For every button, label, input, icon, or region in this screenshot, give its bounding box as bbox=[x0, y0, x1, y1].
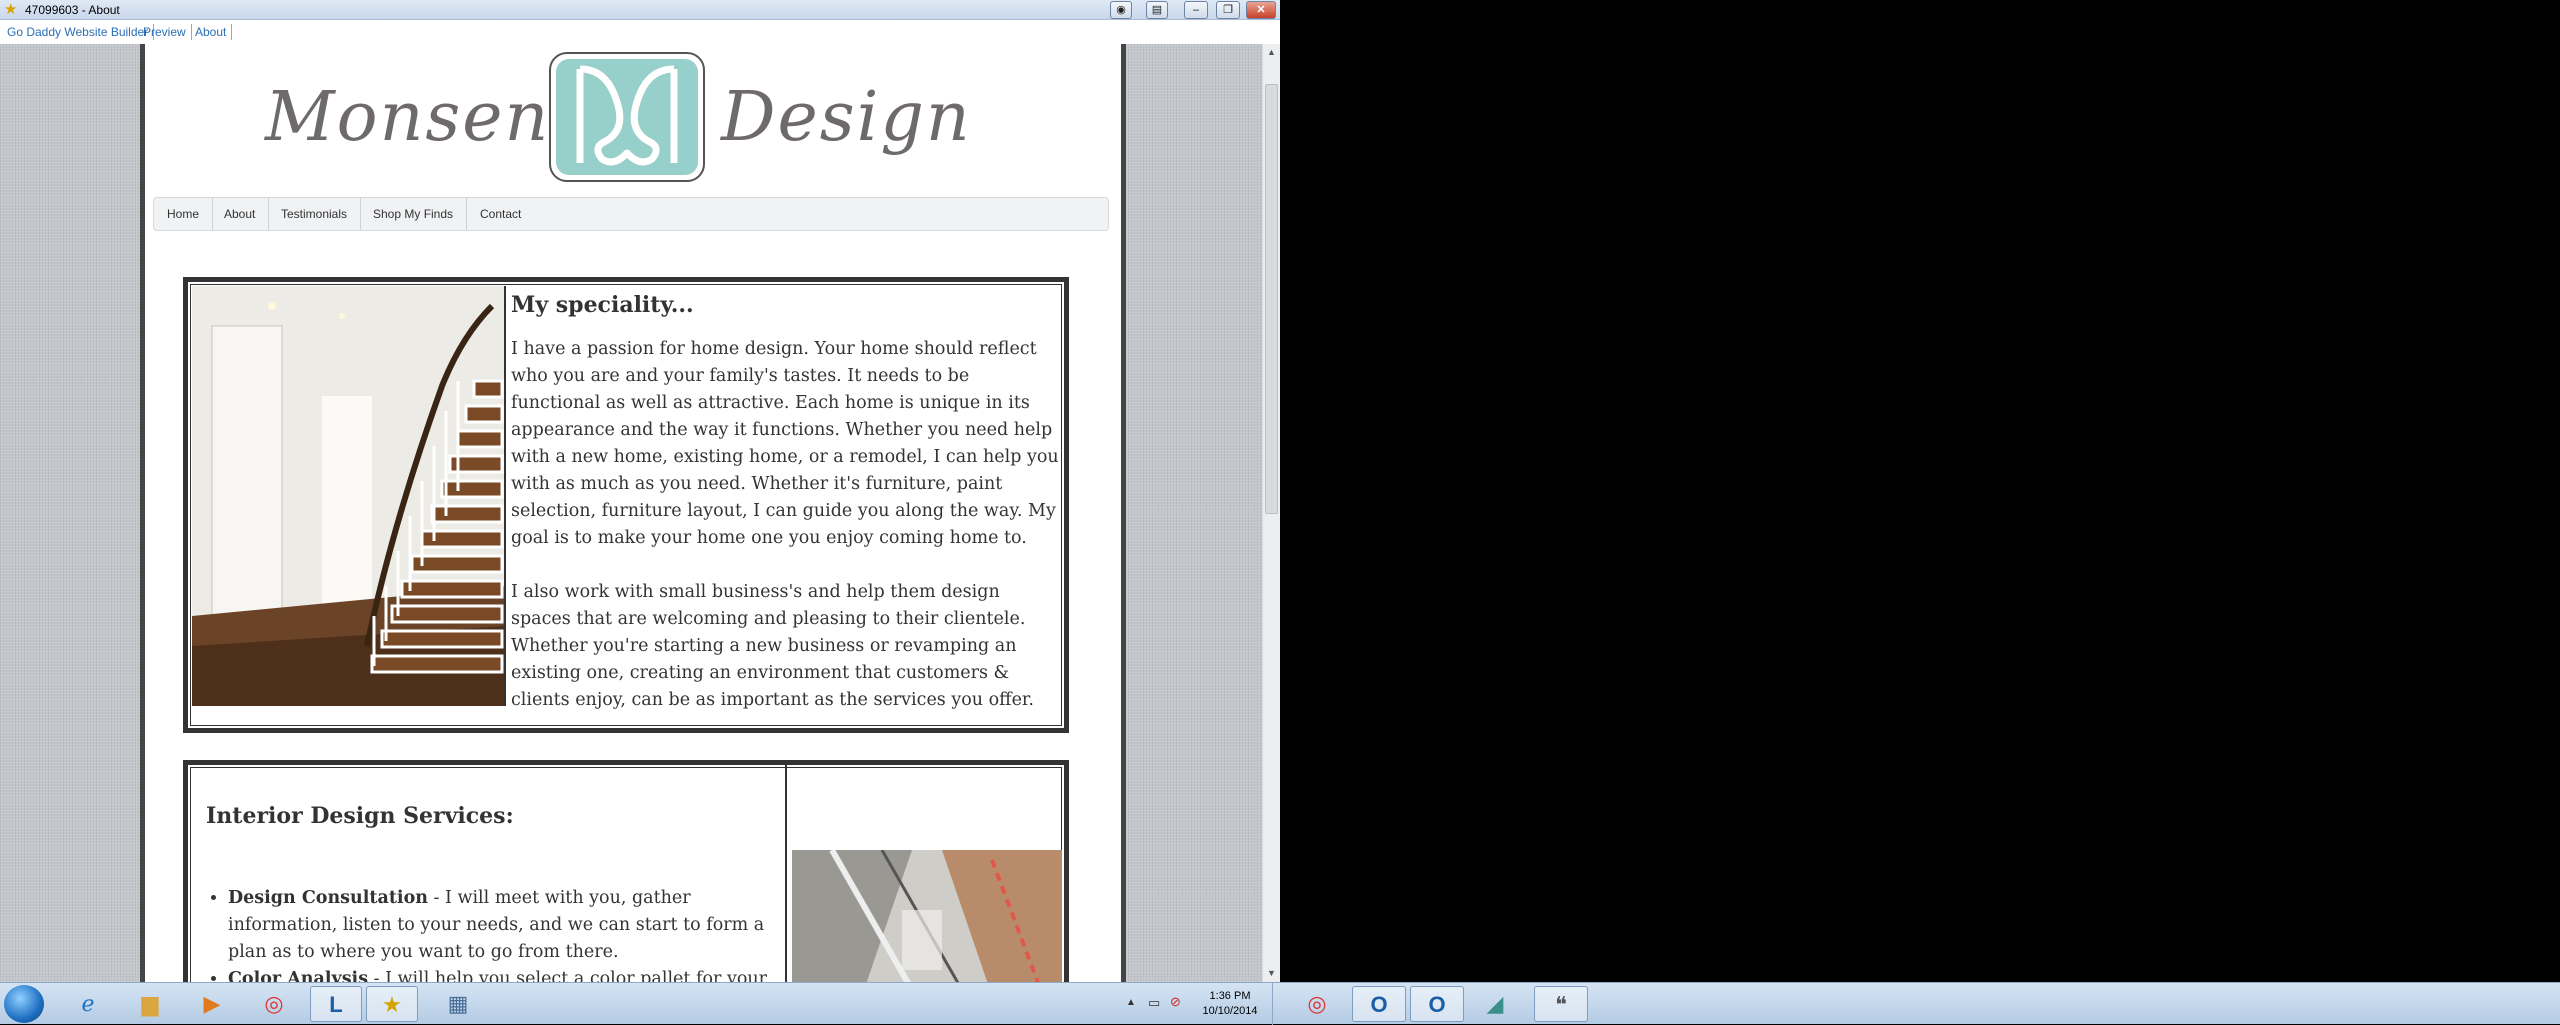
nav-testimonials[interactable]: Testimonials bbox=[268, 198, 362, 230]
title-bar: ★ 47099603 - About ◉ ▤ – ❐ ✕ bbox=[0, 0, 1280, 20]
site-nav: Home About Testimonials Shop My Finds Co… bbox=[153, 197, 1109, 231]
nav-shop-my-finds[interactable]: Shop My Finds bbox=[360, 198, 468, 230]
page-viewport: Monsen Design Home About Testimonials Sh… bbox=[0, 44, 1262, 982]
calculator-icon[interactable]: ▦ bbox=[432, 986, 484, 1022]
clock-time: 1:36 PM bbox=[1209, 990, 1251, 1002]
star-icon: ★ bbox=[4, 1, 18, 18]
services-section: Interior Design Services: Design Consult… bbox=[183, 760, 1069, 982]
service-title: Color Analysis bbox=[228, 969, 369, 982]
nav-about[interactable]: About bbox=[211, 198, 270, 230]
chat-icon[interactable]: ❝ bbox=[1534, 986, 1588, 1022]
windows-start-icon[interactable] bbox=[4, 985, 44, 1023]
speciality-paragraph-2: I also work with small business's and he… bbox=[511, 582, 1034, 710]
site-page: Monsen Design Home About Testimonials Sh… bbox=[140, 44, 1126, 982]
volume-muted-icon[interactable]: ⊘ bbox=[1170, 994, 1181, 1010]
scroll-down-icon[interactable]: ▼ bbox=[1263, 965, 1280, 982]
staircase-photo bbox=[192, 286, 506, 706]
logo-monogram-icon bbox=[549, 52, 705, 182]
site-logo[interactable]: Monsen Design bbox=[265, 48, 985, 188]
logo-word-right: Design bbox=[721, 78, 972, 157]
list-item: Color Analysis - I will help you select … bbox=[228, 966, 768, 982]
speciality-heading: My speciality... bbox=[511, 292, 694, 318]
tab-about[interactable]: About bbox=[190, 24, 233, 40]
chrome-icon[interactable]: ◎ bbox=[1290, 986, 1344, 1022]
logo-word-left: Monsen bbox=[265, 78, 551, 157]
nav-contact[interactable]: Contact bbox=[467, 198, 534, 230]
services-heading: Interior Design Services: bbox=[206, 803, 514, 829]
chrome-icon[interactable]: ◎ bbox=[248, 986, 300, 1022]
document-viewer-icon[interactable]: ◢ bbox=[1468, 986, 1522, 1022]
speciality-text: My speciality... I have a passion for ho… bbox=[511, 292, 1061, 741]
speciality-paragraph-1: I have a passion for home design. Your h… bbox=[511, 339, 1059, 548]
taskbar: ℯ ▆ ▶ ◎ L ★ ▦ ▲ ▭ ⊘ 1:36 PM 10/10/2014 ◎… bbox=[0, 982, 2560, 1025]
show-desktop-button[interactable] bbox=[1272, 983, 1280, 1025]
tab-go-daddy-builder[interactable]: Go Daddy Website Builder bbox=[2, 24, 155, 40]
tab-bar: Go Daddy Website Builder Preview About bbox=[0, 20, 1280, 44]
maximize-button[interactable]: ❐ bbox=[1216, 1, 1240, 19]
lync-icon[interactable]: L bbox=[310, 986, 362, 1022]
scroll-up-icon[interactable]: ▲ bbox=[1263, 44, 1280, 61]
services-list: Design Consultation - I will meet with y… bbox=[228, 885, 768, 982]
service-title: Design Consultation bbox=[228, 888, 428, 908]
folder-icon[interactable]: ▆ bbox=[124, 986, 176, 1022]
list-item: Design Consultation - I will meet with y… bbox=[228, 885, 768, 966]
close-button[interactable]: ✕ bbox=[1246, 1, 1276, 19]
clock-date: 10/10/2014 bbox=[1202, 1005, 1258, 1017]
vertical-scrollbar[interactable]: ▲ ▼ bbox=[1262, 44, 1280, 982]
outlook-icon[interactable]: O bbox=[1410, 986, 1464, 1022]
media-player-icon[interactable]: ▶ bbox=[186, 986, 238, 1022]
taskbar-clock[interactable]: 1:36 PM 10/10/2014 bbox=[1190, 989, 1270, 1019]
restore-alt-icon[interactable]: ▤ bbox=[1146, 1, 1168, 19]
speciality-section: My speciality... I have a passion for ho… bbox=[183, 277, 1069, 733]
outlook-icon[interactable]: O bbox=[1352, 986, 1406, 1022]
scrollbar-thumb[interactable] bbox=[1265, 84, 1278, 514]
tab-preview[interactable]: Preview bbox=[138, 24, 192, 40]
star-icon[interactable]: ★ bbox=[366, 986, 418, 1022]
internet-explorer-icon[interactable]: ℯ bbox=[62, 986, 114, 1022]
glass-railing-photo bbox=[792, 850, 1062, 982]
tray-expand-icon[interactable]: ▲ bbox=[1126, 997, 1136, 1008]
window-title: 47099603 - About bbox=[25, 3, 120, 17]
minimize-button[interactable]: – bbox=[1184, 1, 1208, 19]
network-icon[interactable]: ▭ bbox=[1148, 995, 1160, 1011]
browser-window: ★ 47099603 - About ◉ ▤ – ❐ ✕ Go Daddy We… bbox=[0, 0, 1280, 982]
service-text: - I will help you select a color pallet … bbox=[368, 969, 768, 982]
nav-home[interactable]: Home bbox=[154, 198, 214, 230]
eye-icon[interactable]: ◉ bbox=[1110, 1, 1132, 19]
